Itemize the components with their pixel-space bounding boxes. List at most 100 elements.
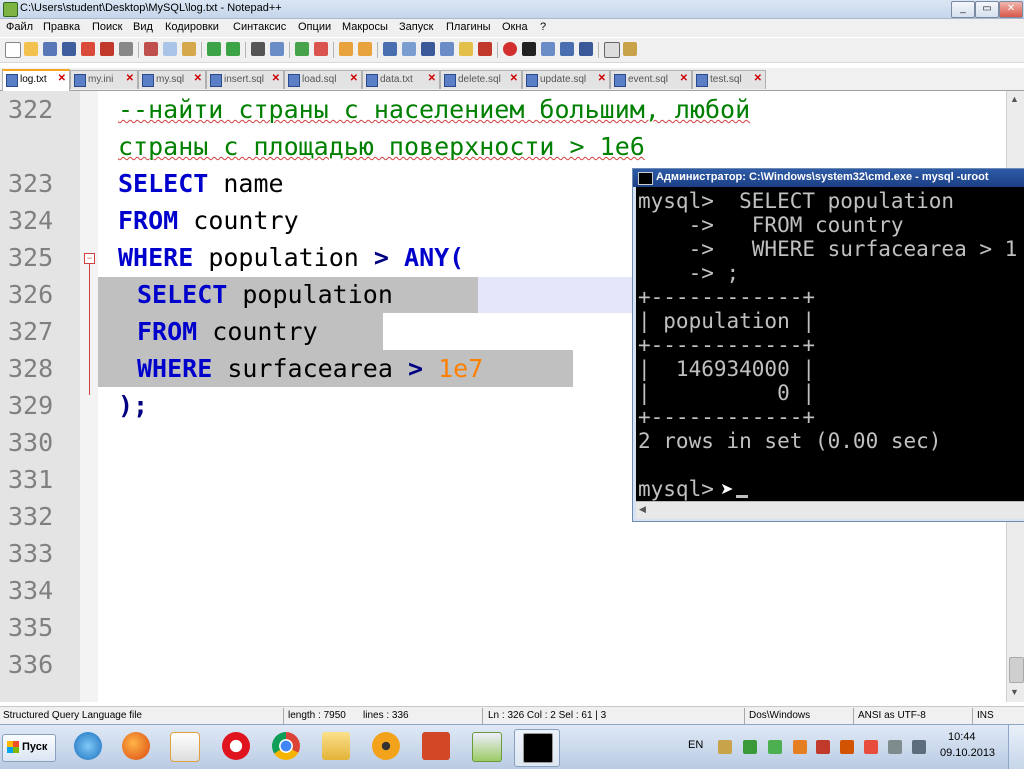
run-macro-multiple-icon[interactable] [560, 42, 574, 56]
menu-edit[interactable]: Правка [43, 21, 80, 33]
zoom-in-icon[interactable] [295, 42, 309, 56]
new-file-icon[interactable] [5, 42, 21, 58]
show-all-chars-icon[interactable] [402, 42, 416, 56]
clock-time[interactable]: 10:44 [948, 731, 976, 743]
tab-delete-sql[interactable]: delete.sql ✕ [440, 70, 522, 89]
menu-macros[interactable]: Макросы [342, 21, 388, 33]
redo-icon[interactable] [226, 42, 240, 56]
zoom-out-icon[interactable] [314, 42, 328, 56]
menu-view[interactable]: Вид [133, 21, 153, 33]
taskbar-explorer[interactable] [314, 729, 358, 765]
tab-test-sql[interactable]: test.sql ✕ [692, 70, 766, 89]
sync-scroll-v-icon[interactable] [339, 42, 353, 56]
tab-update-sql[interactable]: update.sql ✕ [522, 70, 610, 89]
doc-map-icon[interactable] [459, 42, 473, 56]
language-indicator[interactable]: EN [688, 739, 703, 751]
clock-date[interactable]: 09.10.2013 [940, 747, 995, 759]
cmd-window[interactable]: Администратор: C:\Windows\system32\cmd.e… [632, 168, 1024, 522]
cut-icon[interactable] [144, 42, 158, 56]
plugin-icon[interactable] [623, 42, 637, 56]
open-file-icon[interactable] [24, 42, 38, 56]
ds-plugin-icon[interactable] [604, 42, 620, 58]
scroll-left-icon[interactable]: ◀ [639, 504, 646, 515]
scroll-down-icon[interactable]: ▼ [1010, 687, 1019, 697]
play-macro-icon[interactable] [541, 42, 555, 56]
taskbar-powerpoint[interactable] [414, 729, 458, 765]
close-tab-icon[interactable]: ✕ [510, 73, 518, 84]
menu-help[interactable]: ? [540, 21, 546, 33]
network-tray-icon[interactable] [743, 740, 757, 754]
cmd-console[interactable]: mysql> SELECT population -> FROM country… [636, 187, 1024, 501]
close-tab-icon[interactable]: ✕ [194, 73, 202, 84]
lang-icon[interactable] [440, 42, 454, 56]
close-tab-icon[interactable]: ✕ [428, 73, 436, 84]
notepadpp-app-icon [3, 2, 18, 17]
scroll-up-icon[interactable]: ▲ [1010, 94, 1019, 104]
maximize-button[interactable]: ▭ [975, 1, 999, 18]
nvidia-tray-icon[interactable] [768, 740, 782, 754]
save-all-icon[interactable] [62, 42, 76, 56]
tab-data-txt[interactable]: data.txt ✕ [362, 70, 440, 89]
menu-file[interactable]: Файл [6, 21, 33, 33]
close-tab-icon[interactable]: ✕ [598, 73, 606, 84]
taskbar-ie[interactable] [66, 729, 110, 765]
close-tab-icon[interactable]: ✕ [350, 73, 358, 84]
taskbar-flower-app[interactable] [364, 729, 408, 765]
save-icon[interactable] [43, 42, 57, 56]
tab-event-sql[interactable]: event.sql ✕ [610, 70, 692, 89]
paste-icon[interactable] [182, 42, 196, 56]
replace-icon[interactable] [270, 42, 284, 56]
taskbar-cmd[interactable] [514, 729, 560, 767]
display-tray-icon[interactable] [888, 740, 902, 754]
find-icon[interactable] [251, 42, 265, 56]
menu-options[interactable]: Опции [298, 21, 331, 33]
scrollbar-thumb[interactable] [1009, 657, 1024, 683]
tab-my-ini[interactable]: my.ini ✕ [70, 70, 138, 89]
adobe-tray-icon[interactable] [816, 740, 830, 754]
stop-macro-icon[interactable] [522, 42, 536, 56]
fold-collapse-icon[interactable]: − [84, 253, 95, 264]
minimize-button[interactable]: _ [951, 1, 975, 18]
tab-log-txt[interactable]: log.txt ✕ [2, 69, 70, 91]
taskbar-firefox[interactable] [114, 729, 158, 765]
start-button[interactable]: Пуск [2, 734, 56, 762]
close-tab-icon[interactable]: ✕ [58, 73, 66, 84]
tab-insert-sql[interactable]: insert.sql ✕ [206, 70, 284, 89]
close-all-icon[interactable] [100, 42, 114, 56]
close-button[interactable]: ✕ [999, 1, 1023, 18]
volume-tray-icon[interactable] [912, 740, 926, 754]
function-list-icon[interactable] [478, 42, 492, 56]
close-tab-icon[interactable]: ✕ [680, 73, 688, 84]
record-macro-icon[interactable] [503, 42, 517, 56]
taskbar-notepadpp[interactable] [464, 729, 508, 765]
word-wrap-icon[interactable] [383, 42, 397, 56]
sync-scroll-h-icon[interactable] [358, 42, 372, 56]
close-tab-icon[interactable]: ✕ [272, 73, 280, 84]
save-macro-icon[interactable] [579, 42, 593, 56]
close-tab-icon[interactable]: ✕ [754, 73, 762, 84]
show-desktop-button[interactable] [1008, 725, 1024, 769]
menu-syntax[interactable]: Синтаксис [233, 21, 286, 33]
menu-search[interactable]: Поиск [92, 21, 122, 33]
copy-icon[interactable] [163, 42, 177, 56]
taskbar-chrome[interactable] [264, 729, 308, 765]
tray-icon[interactable] [718, 740, 732, 754]
taskbar-media-player[interactable] [162, 729, 206, 765]
menu-run[interactable]: Запуск [399, 21, 433, 33]
settings-tray-icon[interactable] [793, 740, 807, 754]
undo-icon[interactable] [207, 42, 221, 56]
menu-encoding[interactable]: Кодировки [165, 21, 219, 33]
flag-tray-icon[interactable] [864, 740, 878, 754]
taskbar-opera[interactable] [214, 729, 258, 765]
menu-windows[interactable]: Окна [502, 21, 528, 33]
print-icon[interactable] [119, 42, 133, 56]
cmd-horizontal-scrollbar[interactable]: ◀ [636, 501, 1024, 519]
tab-my-sql[interactable]: my.sql ✕ [138, 70, 206, 89]
menu-plugins[interactable]: Плагины [446, 21, 491, 33]
close-file-icon[interactable] [81, 42, 95, 56]
indent-guide-icon[interactable] [421, 42, 435, 56]
cmd-title-bar[interactable]: Администратор: C:\Windows\system32\cmd.e… [633, 169, 1024, 187]
tools-tray-icon[interactable] [840, 740, 854, 754]
tab-load-sql[interactable]: load.sql ✕ [284, 70, 362, 89]
close-tab-icon[interactable]: ✕ [126, 73, 134, 84]
